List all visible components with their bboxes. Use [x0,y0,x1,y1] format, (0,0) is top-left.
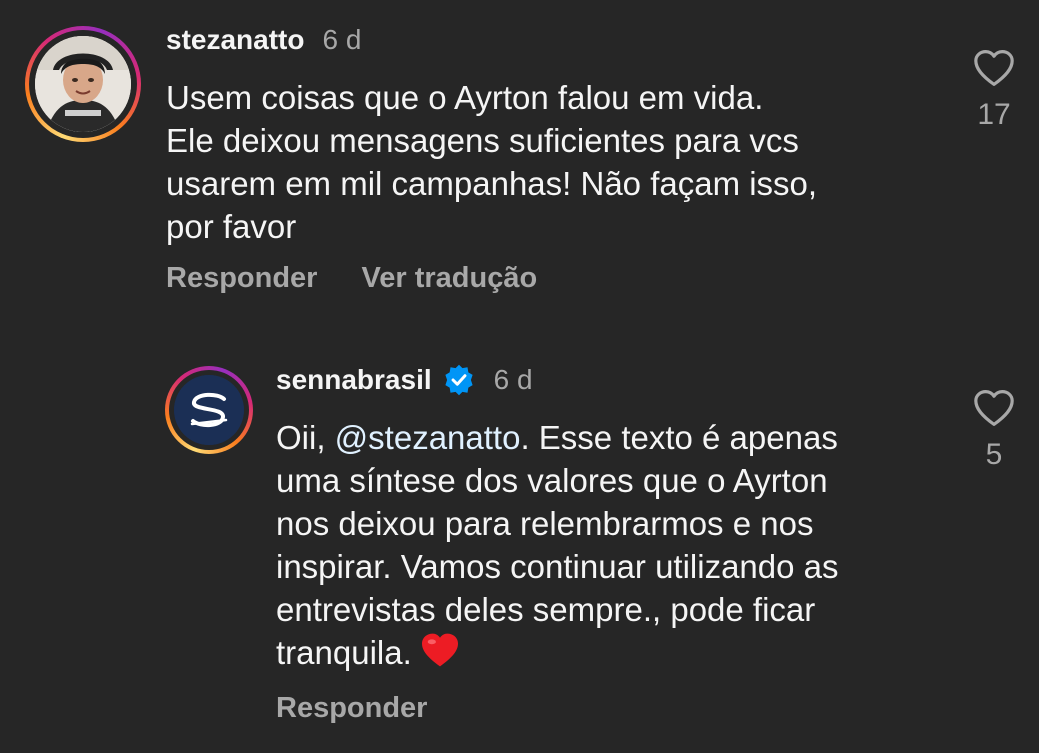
text-prefix: Oii, [276,419,335,456]
verified-badge-icon [445,364,473,396]
like-count: 17 [977,98,1011,131]
username[interactable]: stezanatto [166,24,304,56]
comment-stezanatto: stezanatto 6 d Usem coisas que o Ayrton … [0,0,1039,330]
comments-screen: stezanatto 6 d Usem coisas que o Ayrton … [0,0,1039,753]
mention-link[interactable]: @stezanatto [335,419,521,456]
reply-button[interactable]: Responder [166,262,317,295]
avatar[interactable] [35,36,131,132]
heart-outline-icon[interactable] [972,388,1016,428]
username[interactable]: sennabrasil [276,364,432,396]
avatar[interactable] [174,375,244,445]
comment-actions: Responder [276,692,471,725]
red-heart-emoji [420,632,460,678]
comment-sennabrasil: sennabrasil 6 d Oii, @stezanatto. Esse t… [0,340,1039,753]
senna-logo-avatar [174,375,244,445]
avatar-photo [35,36,131,132]
like-count: 5 [985,438,1003,471]
reply-button[interactable]: Responder [276,692,427,725]
see-translation-button[interactable]: Ver tradução [361,262,537,295]
like-area: 17 [964,48,1024,132]
heart-outline-icon[interactable] [972,48,1016,88]
comment-actions: Responder Ver tradução [166,262,581,295]
comment-header: stezanatto 6 d [166,20,361,60]
timestamp: 6 d [493,364,533,395]
timestamp: 6 d [322,24,362,55]
comment-text: Oii, @stezanatto. Esse texto é apenas um… [276,416,936,678]
like-area: 5 [964,388,1024,472]
text-rest: . Esse texto é apenas uma síntese dos va… [276,419,839,671]
comment-header: sennabrasil 6 d [276,360,533,400]
comment-text: Usem coisas que o Ayrton falou em vida. … [166,79,818,245]
